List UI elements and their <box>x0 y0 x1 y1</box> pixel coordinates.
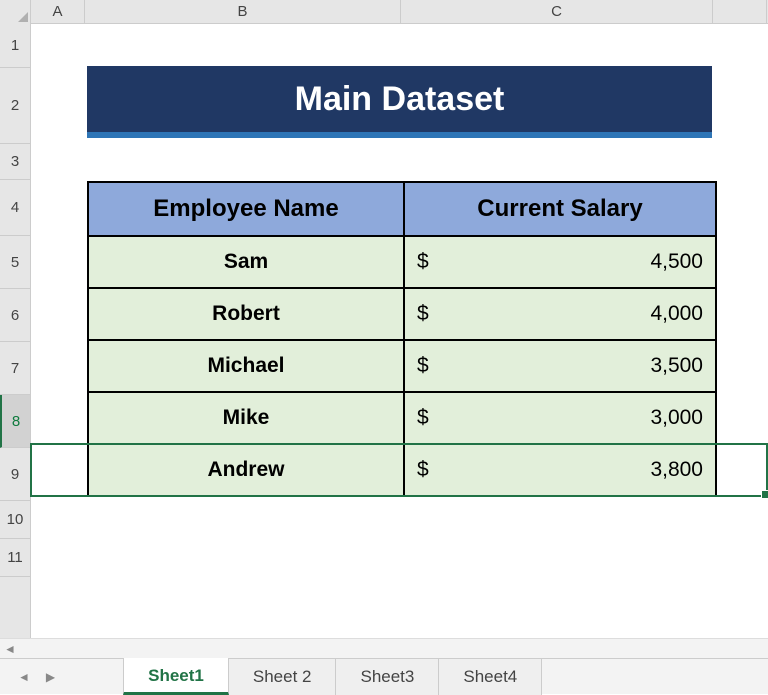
column-headers: A B C <box>0 0 768 24</box>
table-row: Mike$3,000 <box>88 392 716 444</box>
row-headers: 1234567891011 <box>0 24 31 638</box>
row-header-10[interactable]: 10 <box>0 501 30 539</box>
row-header-5[interactable]: 5 <box>0 236 30 289</box>
sheet-tab-sheet3[interactable]: Sheet3 <box>336 659 439 695</box>
cell-employee-name[interactable]: Sam <box>88 236 404 288</box>
salary-value: 3,500 <box>650 354 703 378</box>
table-row: Andrew$3,800 <box>88 444 716 496</box>
cell-employee-name[interactable]: Robert <box>88 288 404 340</box>
cell-employee-name[interactable]: Andrew <box>88 444 404 496</box>
row-header-8[interactable]: 8 <box>0 395 30 448</box>
row-header-4[interactable]: 4 <box>0 180 30 236</box>
currency-symbol: $ <box>417 354 429 378</box>
sheet-tab-sheet4[interactable]: Sheet4 <box>439 659 542 695</box>
table-row: Michael$3,500 <box>88 340 716 392</box>
col-header-a[interactable]: A <box>31 0 85 23</box>
row-header-11[interactable]: 11 <box>0 539 30 577</box>
cell-salary[interactable]: $4,000 <box>404 288 716 340</box>
dataset-title: Main Dataset <box>87 66 712 138</box>
row-header-7[interactable]: 7 <box>0 342 30 395</box>
table-header-row: Employee Name Current Salary <box>88 182 716 236</box>
sheet-tab-sheet2[interactable]: Sheet 2 <box>229 659 337 695</box>
select-all-corner[interactable] <box>0 0 31 24</box>
row-header-2[interactable]: 2 <box>0 68 30 144</box>
salary-value: 4,500 <box>650 250 703 274</box>
tab-nav-next-icon[interactable]: ▶ <box>46 670 55 684</box>
currency-symbol: $ <box>417 250 429 274</box>
currency-symbol: $ <box>417 458 429 482</box>
cell-salary[interactable]: $4,500 <box>404 236 716 288</box>
sheet-tab-sheet1[interactable]: Sheet1 <box>123 658 229 695</box>
row-header-1[interactable]: 1 <box>0 24 30 68</box>
header-employee-name[interactable]: Employee Name <box>88 182 404 236</box>
col-header-d[interactable] <box>713 0 767 23</box>
salary-value: 3,000 <box>650 406 703 430</box>
col-header-b[interactable]: B <box>85 0 401 23</box>
salary-value: 4,000 <box>650 302 703 326</box>
cell-salary[interactable]: $3,800 <box>404 444 716 496</box>
currency-symbol: $ <box>417 406 429 430</box>
currency-symbol: $ <box>417 302 429 326</box>
cell-employee-name[interactable]: Michael <box>88 340 404 392</box>
row-header-6[interactable]: 6 <box>0 289 30 342</box>
cell-salary[interactable]: $3,000 <box>404 392 716 444</box>
col-header-c[interactable]: C <box>401 0 713 23</box>
table-row: Sam$4,500 <box>88 236 716 288</box>
salary-value: 3,800 <box>650 458 703 482</box>
main-data-table: Employee Name Current Salary Sam$4,500Ro… <box>87 181 717 497</box>
row-header-3[interactable]: 3 <box>0 144 30 180</box>
cell-salary[interactable]: $3,500 <box>404 340 716 392</box>
table-row: Robert$4,000 <box>88 288 716 340</box>
scroll-left-icon[interactable]: ◄ <box>4 642 16 656</box>
cell-area[interactable]: Main Dataset Employee Name Current Salar… <box>31 24 768 638</box>
row-header-9[interactable]: 9 <box>0 448 30 501</box>
header-current-salary[interactable]: Current Salary <box>404 182 716 236</box>
horizontal-scrollbar[interactable]: ◄ <box>0 638 768 658</box>
tab-nav-prev-icon[interactable]: ◄ <box>18 670 30 684</box>
cell-employee-name[interactable]: Mike <box>88 392 404 444</box>
sheet-tab-strip: ◄ ▶ Sheet1Sheet 2Sheet3Sheet4 <box>0 658 768 694</box>
